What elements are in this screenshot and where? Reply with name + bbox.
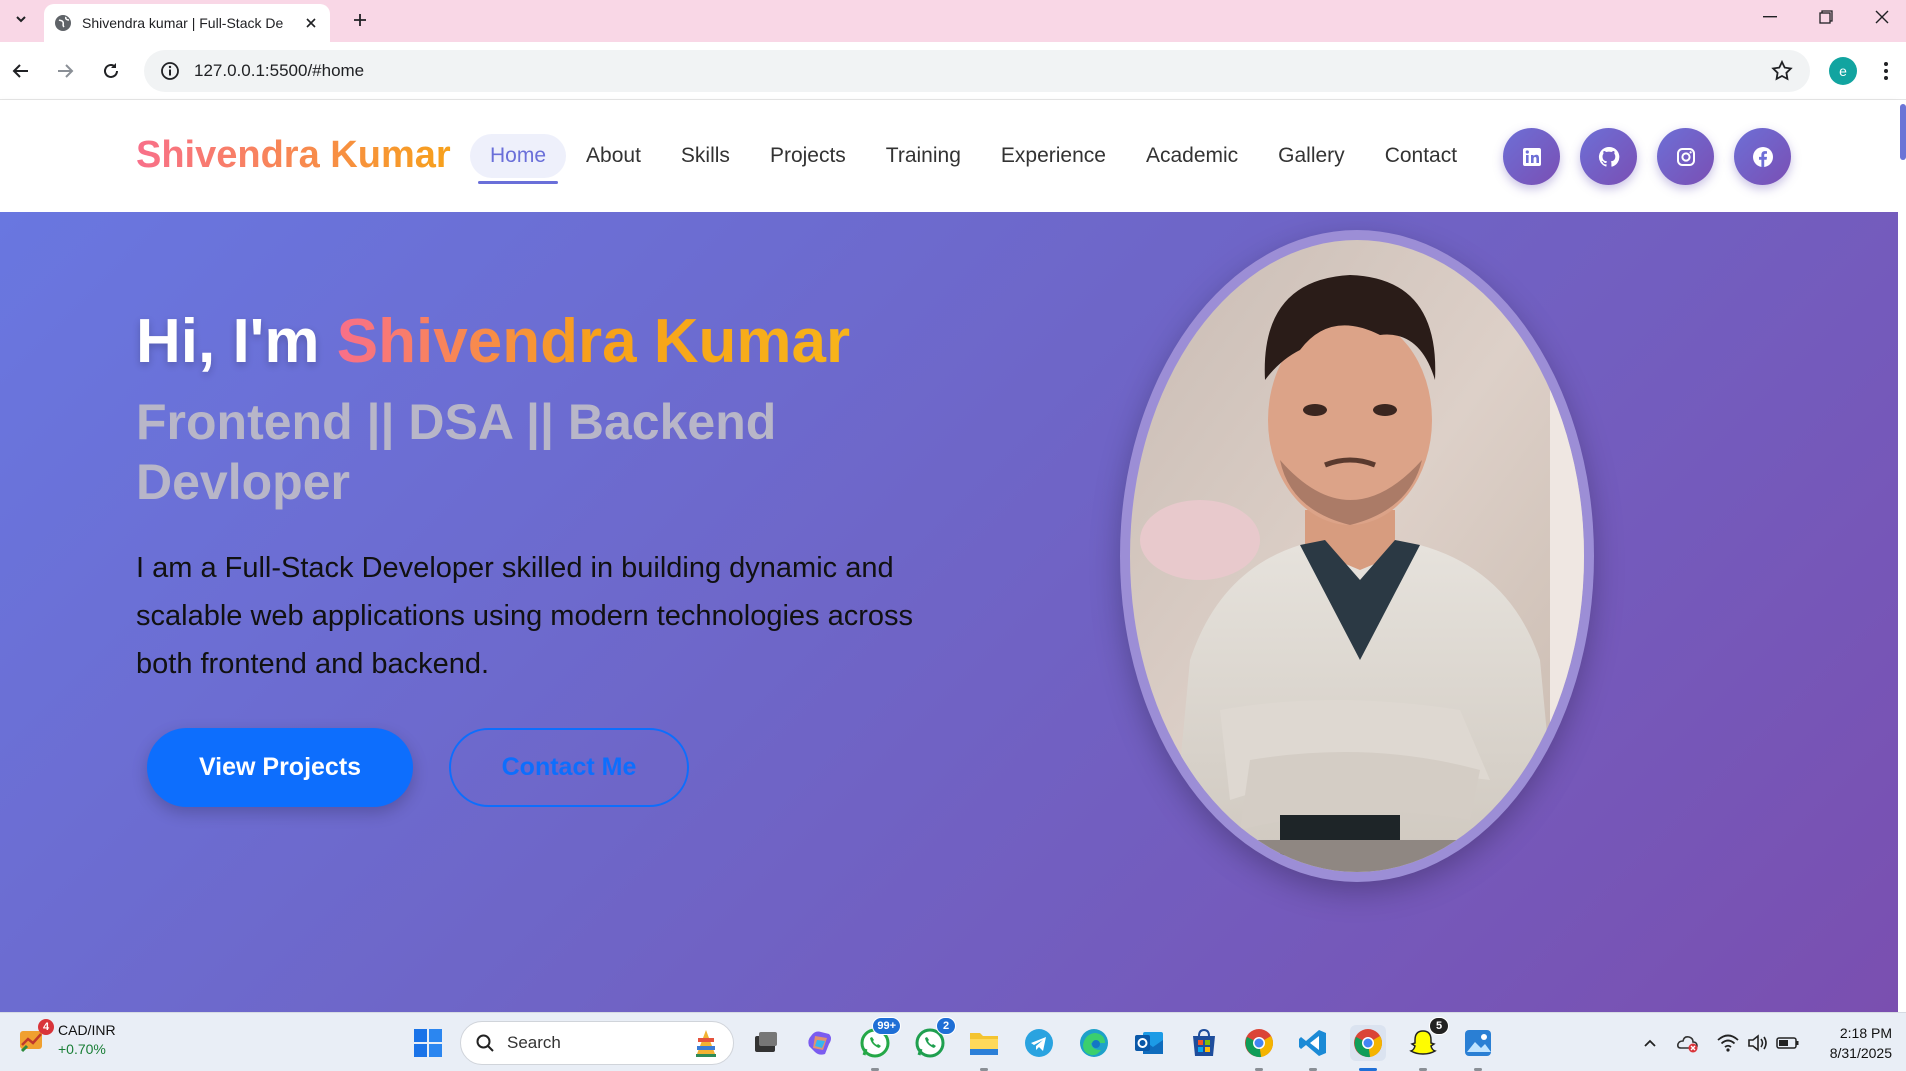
nav-link-about[interactable]: About [566,134,661,178]
snapchat-icon[interactable]: 5 [1405,1017,1449,1071]
whatsapp-badge: 99+ [872,1017,901,1035]
close-window-icon[interactable] [1854,0,1906,34]
globe-icon [55,15,71,31]
profile-avatar[interactable]: e [1829,57,1857,85]
forward-arrow-icon[interactable] [48,54,82,88]
restore-icon[interactable] [1798,0,1854,34]
whatsapp-business-badge: 2 [936,1017,956,1035]
search-label: Search [507,1033,561,1052]
tab-title: Shivendra kumar | Full-Stack De [82,15,284,31]
outlook-icon[interactable] [1131,1025,1167,1061]
view-projects-button[interactable]: View Projects [147,728,413,807]
taskbar: 4 CAD/INR +0.70% Search 99+ 2 5 2:18 PM … [0,1012,1906,1071]
site-info-icon[interactable] [160,61,180,81]
hero-description: I am a Full-Stack Developer skilled in b… [136,552,914,680]
chrome-icon[interactable] [1350,1025,1386,1071]
close-tab-icon[interactable] [302,14,320,32]
nav-link-skills[interactable]: Skills [661,134,750,178]
instagram-icon[interactable] [1657,128,1714,185]
search-icon [476,1034,494,1052]
github-icon[interactable] [1580,128,1637,185]
search-highlight-icon [696,1030,716,1057]
system-clock[interactable]: 2:18 PM 8/31/2025 [1810,1023,1892,1063]
snapchat-badge: 5 [1429,1017,1449,1035]
whatsapp-icon[interactable]: 99+ [857,1017,901,1071]
nav-link-training[interactable]: Training [866,134,981,178]
page-scrollbar[interactable] [1898,100,1906,1012]
url-text: 127.0.0.1:5500/#home [194,61,365,80]
hero-role: Frontend || DSA || Backend Devloper [136,394,777,510]
profile-photo [1120,230,1594,882]
linkedin-icon[interactable] [1503,128,1560,185]
nav-links: Home About Skills Projects Training Expe… [470,128,1477,184]
nav-link-academic[interactable]: Academic [1126,134,1258,178]
more-options-icon[interactable] [1872,57,1900,85]
store-icon[interactable] [1186,1025,1222,1061]
nav-link-contact[interactable]: Contact [1365,134,1477,178]
onedrive-error-icon[interactable] [1676,1031,1700,1055]
ticker-title: CAD/INR [58,1022,116,1038]
new-tab-button[interactable] [346,6,374,34]
site-navbar: Shivendra Kumar Home About Skills Projec… [0,100,1898,212]
whatsapp-business-icon[interactable]: 2 [912,1017,956,1061]
clock-time: 2:18 PM [1839,1025,1892,1041]
battery-icon[interactable] [1776,1031,1800,1055]
volume-icon[interactable] [1746,1031,1770,1055]
hero-section: Hi, I'm Shivendra Kumar Frontend || DSA … [0,212,1898,1012]
back-arrow-icon[interactable] [4,54,38,88]
social-links [1503,128,1791,185]
nav-link-home[interactable]: Home [470,134,567,184]
bookmark-star-icon[interactable] [1770,59,1794,83]
browser-toolbar: 127.0.0.1:5500/#home e [0,42,1906,100]
browser-tab[interactable]: Shivendra kumar | Full-Stack De [44,4,330,42]
ticker-value: +0.70% [58,1041,106,1057]
browser-tab-bar: Shivendra kumar | Full-Stack De [0,0,1906,42]
hero-name: Shivendra Kumar [336,307,851,376]
chrome-profile-icon[interactable] [1241,1025,1277,1071]
nav-link-experience[interactable]: Experience [981,134,1126,178]
site-logo[interactable]: Shivendra Kumar [136,134,451,177]
nav-link-projects[interactable]: Projects [750,134,866,178]
reload-icon[interactable] [94,54,128,88]
widgets-ticker[interactable]: 4 CAD/INR +0.70% [16,1019,116,1059]
hero-greeting: Hi, I'm [136,307,337,376]
wifi-icon[interactable] [1716,1031,1740,1055]
photos-icon[interactable] [1460,1025,1496,1071]
market-icon: 4 [16,1019,54,1057]
taskbar-search[interactable]: Search [460,1021,734,1065]
nav-link-gallery[interactable]: Gallery [1258,134,1365,178]
tab-search-dropdown-icon[interactable] [8,6,34,32]
hero-heading: Hi, I'm Shivendra Kumar [136,306,850,377]
task-view-icon[interactable] [748,1025,784,1061]
minimize-icon[interactable] [1742,0,1798,34]
edge-icon[interactable] [1076,1025,1112,1061]
vscode-icon[interactable] [1295,1025,1331,1071]
address-bar[interactable]: 127.0.0.1:5500/#home [144,50,1810,92]
windows-start-icon[interactable] [412,1027,444,1059]
clock-date: 8/31/2025 [1829,1045,1892,1061]
show-hidden-icons-chevron-icon[interactable] [1638,1031,1662,1055]
copilot-icon[interactable] [802,1025,838,1061]
facebook-icon[interactable] [1734,128,1791,185]
notification-badge: 4 [38,1019,54,1035]
contact-me-button[interactable]: Contact Me [449,728,689,807]
telegram-icon[interactable] [1021,1025,1057,1061]
file-explorer-icon[interactable] [966,1025,1002,1071]
